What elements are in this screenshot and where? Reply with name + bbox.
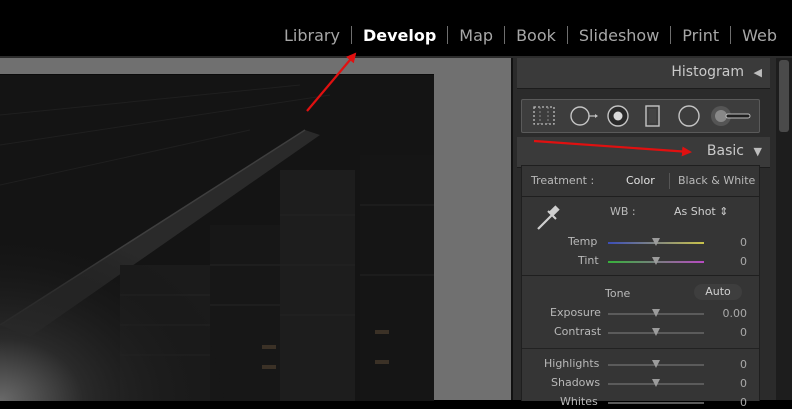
shadows-label: Shadows <box>551 376 601 389</box>
temp-slider-knob[interactable] <box>652 238 660 246</box>
contrast-value[interactable]: 0 <box>707 326 747 339</box>
tint-value[interactable]: 0 <box>707 255 747 268</box>
collapse-left-arrow-icon[interactable]: ◀ <box>754 66 762 79</box>
whites-value[interactable]: 0 <box>707 396 747 409</box>
highlights-slider-knob[interactable] <box>652 360 660 368</box>
module-map[interactable]: Map <box>448 26 504 45</box>
whites-label: Whites <box>560 395 598 408</box>
adjustment-brush-icon[interactable] <box>710 104 752 128</box>
shadows-value[interactable]: 0 <box>707 377 747 390</box>
spot-removal-icon[interactable] <box>569 104 599 128</box>
highlights-value[interactable]: 0 <box>707 358 747 371</box>
scrollbar-thumb[interactable] <box>779 60 789 132</box>
exposure-slider-knob[interactable] <box>652 309 660 317</box>
temp-label: Temp <box>568 235 598 248</box>
tone-auto-button[interactable]: Auto <box>694 284 742 300</box>
white-balance-section: WB : As Shot ⇕ Temp 0 Tint 0 <box>521 196 760 276</box>
module-list: Library Develop Map Book Slideshow Print… <box>273 22 792 48</box>
contrast-slider-knob[interactable] <box>652 328 660 336</box>
wb-label: WB : <box>610 205 636 218</box>
photo-workspace <box>0 58 511 401</box>
basic-title: Basic <box>706 143 744 159</box>
whites-slider-track[interactable] <box>608 402 704 404</box>
treatment-separator <box>669 173 670 189</box>
panel-scrollbar[interactable] <box>776 58 792 400</box>
treatment-row: Treatment : Color Black & White <box>521 165 760 197</box>
exposure-label: Exposure <box>550 306 601 319</box>
photo-canvas[interactable] <box>0 74 434 401</box>
radial-filter-icon[interactable] <box>676 104 702 128</box>
contrast-label: Contrast <box>554 325 602 338</box>
eyedropper-icon[interactable] <box>533 202 563 232</box>
module-book[interactable]: Book <box>505 26 567 45</box>
develop-tool-strip <box>521 99 760 133</box>
module-picker-bar: Library Develop Map Book Slideshow Print… <box>0 0 792 58</box>
highlights-label: Highlights <box>544 357 600 370</box>
module-print[interactable]: Print <box>671 26 730 45</box>
tint-slider-knob[interactable] <box>652 257 660 265</box>
treatment-color-option[interactable]: Color <box>626 174 655 187</box>
temp-value[interactable]: 0 <box>707 236 747 249</box>
module-develop[interactable]: Develop <box>352 26 447 45</box>
histogram-title: Histogram <box>671 64 744 80</box>
treatment-bw-option[interactable]: Black & White <box>678 174 755 187</box>
tone-section: Tone Auto Exposure 0.00 Contrast 0 Highl… <box>521 275 760 409</box>
collapse-down-arrow-icon[interactable]: ▼ <box>754 145 762 158</box>
module-library[interactable]: Library <box>273 26 351 45</box>
basic-panel-header[interactable]: Basic ▼ <box>517 137 770 168</box>
histogram-panel-header[interactable]: Histogram ◀ <box>517 58 770 89</box>
red-eye-icon[interactable] <box>605 104 631 128</box>
develop-right-panel: Histogram ◀ Basic ▼ Treatment: Color Bl… <box>511 58 792 409</box>
tint-label: Tint <box>578 254 599 267</box>
crop-overlay-icon[interactable] <box>532 104 558 128</box>
module-slideshow[interactable]: Slideshow <box>568 26 670 45</box>
photo-image <box>0 75 434 401</box>
tone-label: Tone <box>605 287 631 300</box>
wb-dropdown[interactable]: As Shot ⇕ <box>674 205 728 218</box>
graduated-filter-icon[interactable] <box>643 104 663 128</box>
treatment-label: Treatment : <box>531 174 595 187</box>
module-web[interactable]: Web <box>731 26 792 45</box>
tone-divider <box>522 348 759 349</box>
exposure-value[interactable]: 0.00 <box>707 307 748 320</box>
shadows-slider-knob[interactable] <box>652 379 660 387</box>
